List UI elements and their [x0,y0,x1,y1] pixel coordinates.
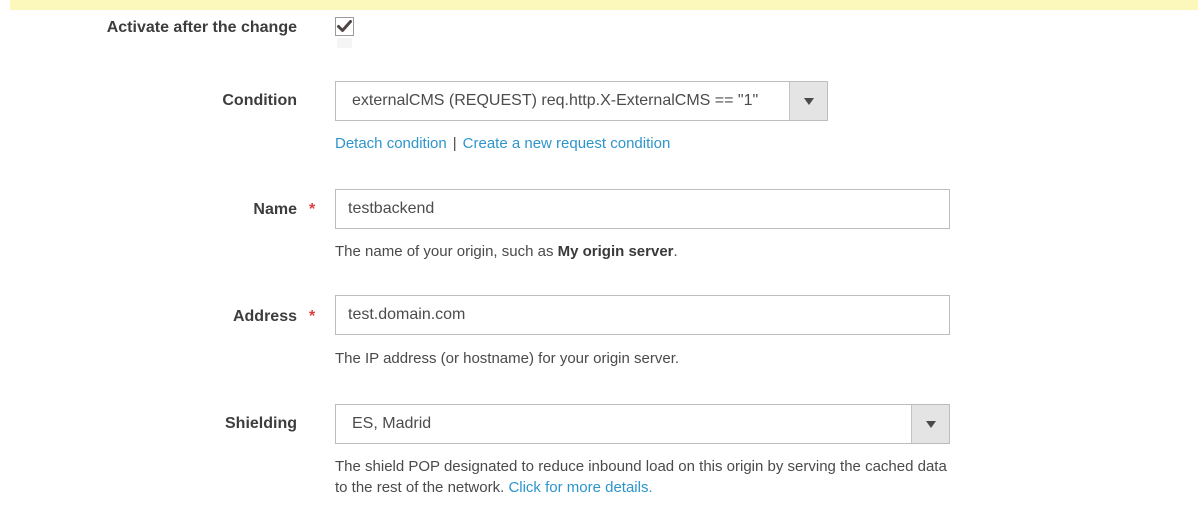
condition-select[interactable]: externalCMS (REQUEST) req.http.X-Externa… [335,81,828,121]
shielding-select[interactable]: ES, Madrid [335,404,950,444]
shielding-label: Shielding [0,414,297,434]
condition-dropdown-button[interactable] [789,82,827,120]
name-input[interactable] [335,189,950,229]
name-label: Name [0,200,297,220]
shielding-details-link[interactable]: Click for more details. [508,479,652,496]
name-help-bold: My origin server [558,243,674,260]
detach-condition-link[interactable]: Detach condition [335,135,447,152]
create-request-condition-link[interactable]: Create a new request condition [463,135,671,152]
address-help-text: The IP address (or hostname) for your or… [335,348,679,369]
address-label: Address [0,307,297,327]
shielding-dropdown-button[interactable] [911,405,949,443]
condition-label: Condition [0,91,297,111]
name-help-suffix: . [674,243,678,260]
activate-label: Activate after the change [0,18,297,38]
condition-selected-value: externalCMS (REQUEST) req.http.X-Externa… [352,82,758,120]
shielding-help-text: The shield POP designated to reduce inbo… [335,456,955,498]
link-separator: | [447,135,463,152]
name-required-marker: * [309,200,315,220]
address-required-marker: * [309,307,315,327]
name-help-prefix: The name of your origin, such as [335,243,558,260]
name-help-text: The name of your origin, such as My orig… [335,241,678,262]
condition-links: Detach condition|Create a new request co… [335,134,670,154]
notice-bar [10,0,1198,10]
address-input[interactable] [335,295,950,335]
chevron-down-icon [804,98,814,105]
activate-checkbox[interactable] [335,17,354,36]
shielding-selected-value: ES, Madrid [352,405,431,443]
origin-settings-page: Activate after the change Condition exte… [0,0,1198,524]
checkbox-shadow [337,38,352,48]
chevron-down-icon [926,421,936,428]
checkmark-icon [337,20,352,33]
